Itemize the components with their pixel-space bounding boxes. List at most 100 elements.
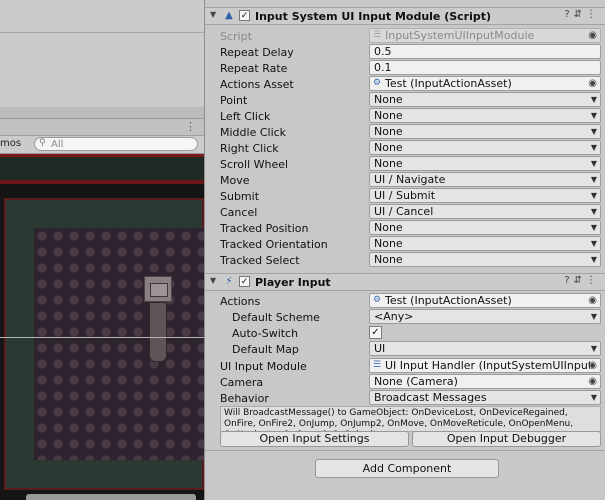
chevron-down-icon: ▼ — [590, 175, 597, 184]
ui-input-module-label: UI Input Module — [220, 360, 307, 373]
actions-object-field[interactable]: ⚙ Test (InputActionAsset) ◉ — [369, 293, 601, 308]
object-picker-icon[interactable]: ◉ — [588, 294, 597, 307]
input-module-header[interactable]: ▼ ▲ ✓ Input System UI Input Module (Scri… — [205, 7, 605, 25]
actions-value: Test (InputActionAsset) — [385, 294, 512, 307]
property-dropdown[interactable]: None ▼ — [369, 236, 601, 251]
auto-switch-row: Auto-Switch ✓ — [205, 325, 605, 341]
game-view-area[interactable] — [0, 0, 204, 119]
property-value: UI / Navigate — [374, 173, 446, 186]
property-row: Script ☰ InputSystemUIInputModule ◉ — [205, 28, 605, 44]
default-map-label: Default Map — [232, 343, 299, 356]
property-value: UI / Cancel — [374, 205, 434, 218]
property-row: Submit UI / Submit ▼ — [205, 188, 605, 204]
scene-toolbar: mos ⚲ All — [0, 136, 204, 154]
property-dropdown[interactable]: None ▼ — [369, 92, 601, 107]
script-component-icon: ▲ — [225, 10, 233, 21]
player-input-header[interactable]: ▼ ⚡ ✓ Player Input ?⇵⋮ — [205, 273, 605, 291]
search-icon: ⚲ — [39, 138, 46, 148]
property-value: Test (InputActionAsset) — [385, 77, 512, 90]
property-text-field[interactable]: 0.5 — [369, 44, 601, 59]
property-row: Tracked Position None ▼ — [205, 220, 605, 236]
scene-scrollbar[interactable] — [26, 494, 196, 500]
property-dropdown[interactable]: None ▼ — [369, 252, 601, 267]
default-map-dropdown[interactable]: UI ▼ — [369, 341, 601, 356]
camera-value: None (Camera) — [374, 375, 458, 388]
behavior-dropdown[interactable]: Broadcast Messages ▼ — [369, 390, 601, 405]
property-dropdown[interactable]: None ▼ — [369, 108, 601, 123]
search-placeholder: All — [51, 139, 64, 150]
component-header-icons[interactable]: ?⇵⋮ — [564, 275, 600, 286]
pillar-cap — [144, 276, 172, 302]
auto-switch-label: Auto-Switch — [232, 327, 299, 340]
property-label: Move — [220, 174, 250, 187]
property-value: None — [374, 125, 403, 138]
horizontal-scrollbar[interactable] — [0, 107, 204, 118]
default-scheme-label: Default Scheme — [232, 311, 320, 324]
property-dropdown[interactable]: UI / Submit ▼ — [369, 188, 601, 203]
property-label: Actions Asset — [220, 78, 294, 91]
foldout-arrow-icon[interactable]: ▼ — [210, 276, 216, 285]
behavior-row: Behavior Broadcast Messages ▼ — [205, 390, 605, 406]
open-input-debugger-button[interactable]: Open Input Debugger — [412, 431, 601, 447]
foldout-arrow-icon[interactable]: ▼ — [210, 10, 216, 19]
open-input-settings-button[interactable]: Open Input Settings — [220, 431, 409, 447]
divider — [0, 32, 204, 33]
property-dropdown[interactable]: UI / Navigate ▼ — [369, 172, 601, 187]
input-action-asset-icon: ⚙ — [373, 78, 382, 88]
property-label: Tracked Select — [220, 254, 300, 267]
chevron-down-icon: ▼ — [590, 111, 597, 120]
add-component-button[interactable]: Add Component — [315, 459, 499, 478]
ui-input-module-object-field[interactable]: ☰ UI Input Handler (InputSystemUIInputMo… — [369, 358, 601, 373]
object-picker-icon[interactable]: ◉ — [588, 77, 597, 90]
property-label: Repeat Delay — [220, 46, 294, 59]
player-input-icon: ⚡ — [225, 276, 233, 287]
property-dropdown[interactable]: None ▼ — [369, 156, 601, 171]
gizmos-dropdown[interactable]: mos — [0, 138, 21, 149]
property-value: 0.5 — [374, 45, 392, 58]
chevron-down-icon: ▼ — [590, 312, 597, 321]
scene-search-input[interactable]: ⚲ All — [34, 137, 198, 151]
property-row: Middle Click None ▼ — [205, 124, 605, 140]
property-value: None — [374, 253, 403, 266]
behavior-label: Behavior — [220, 392, 269, 405]
input-module-title: Input System UI Input Module (Script) — [255, 10, 492, 23]
ui-input-module-row: UI Input Module ☰ UI Input Handler (Inpu… — [205, 358, 605, 374]
default-scheme-value: <Any> — [374, 310, 414, 323]
property-row: Scroll Wheel None ▼ — [205, 156, 605, 172]
property-label: Submit — [220, 190, 260, 203]
more-options-icon[interactable]: ⋮ — [185, 120, 196, 133]
scene-viewport[interactable] — [0, 154, 204, 500]
property-row: Move UI / Navigate ▼ — [205, 172, 605, 188]
chevron-down-icon: ▼ — [590, 223, 597, 232]
scene-pillar-sprite[interactable] — [144, 276, 172, 362]
property-dropdown[interactable]: None ▼ — [369, 140, 601, 155]
property-dropdown[interactable]: None ▼ — [369, 220, 601, 235]
component-header-icons[interactable]: ?⇵⋮ — [564, 9, 600, 20]
auto-switch-checkbox[interactable]: ✓ — [369, 326, 382, 339]
object-picker-icon: ◉ — [588, 30, 597, 41]
property-value: None — [374, 221, 403, 234]
property-text-field[interactable]: 0.1 — [369, 60, 601, 75]
property-row: Repeat Rate 0.1 — [205, 60, 605, 76]
property-dropdown[interactable]: None ▼ — [369, 124, 601, 139]
camera-object-field[interactable]: None (Camera) ◉ — [369, 374, 601, 389]
property-label: Left Click — [220, 110, 271, 123]
property-label: Tracked Position — [220, 222, 309, 235]
property-label: Middle Click — [220, 126, 287, 139]
scene-tab-bar: ⋮ — [0, 119, 204, 136]
input-module-enabled-toggle[interactable]: ✓ — [239, 10, 250, 21]
property-dropdown[interactable]: UI / Cancel ▼ — [369, 204, 601, 219]
chevron-down-icon: ▼ — [590, 239, 597, 248]
property-label: Repeat Rate — [220, 62, 288, 75]
property-label: Right Click — [220, 142, 279, 155]
behavior-help-box: Will BroadcastMessage() to GameObject: O… — [220, 406, 601, 440]
property-object-field[interactable]: ⚙ Test (InputActionAsset) ◉ — [369, 76, 601, 91]
property-row: Left Click None ▼ — [205, 108, 605, 124]
object-picker-icon[interactable]: ◉ — [588, 359, 597, 372]
actions-row: Actions ⚙ Test (InputActionAsset) ◉ — [205, 293, 605, 309]
player-input-enabled-toggle[interactable]: ✓ — [239, 276, 250, 287]
property-row: Actions Asset ⚙ Test (InputActionAsset) ◉ — [205, 76, 605, 92]
default-scheme-dropdown[interactable]: <Any> ▼ — [369, 309, 601, 324]
object-picker-icon[interactable]: ◉ — [588, 375, 597, 388]
actions-label: Actions — [220, 295, 261, 308]
